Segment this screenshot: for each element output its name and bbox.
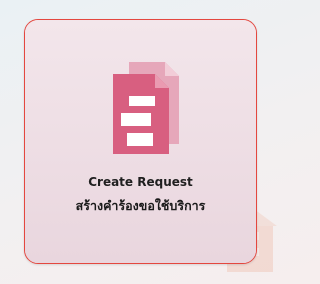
card-subtitle: สร้างคำร้องขอใช้บริการ bbox=[75, 198, 206, 213]
card-title: Create Request bbox=[88, 175, 193, 189]
document-form-icon bbox=[113, 62, 179, 154]
create-request-card[interactable]: Create Request สร้างคำร้องขอใช้บริการ bbox=[24, 19, 257, 264]
